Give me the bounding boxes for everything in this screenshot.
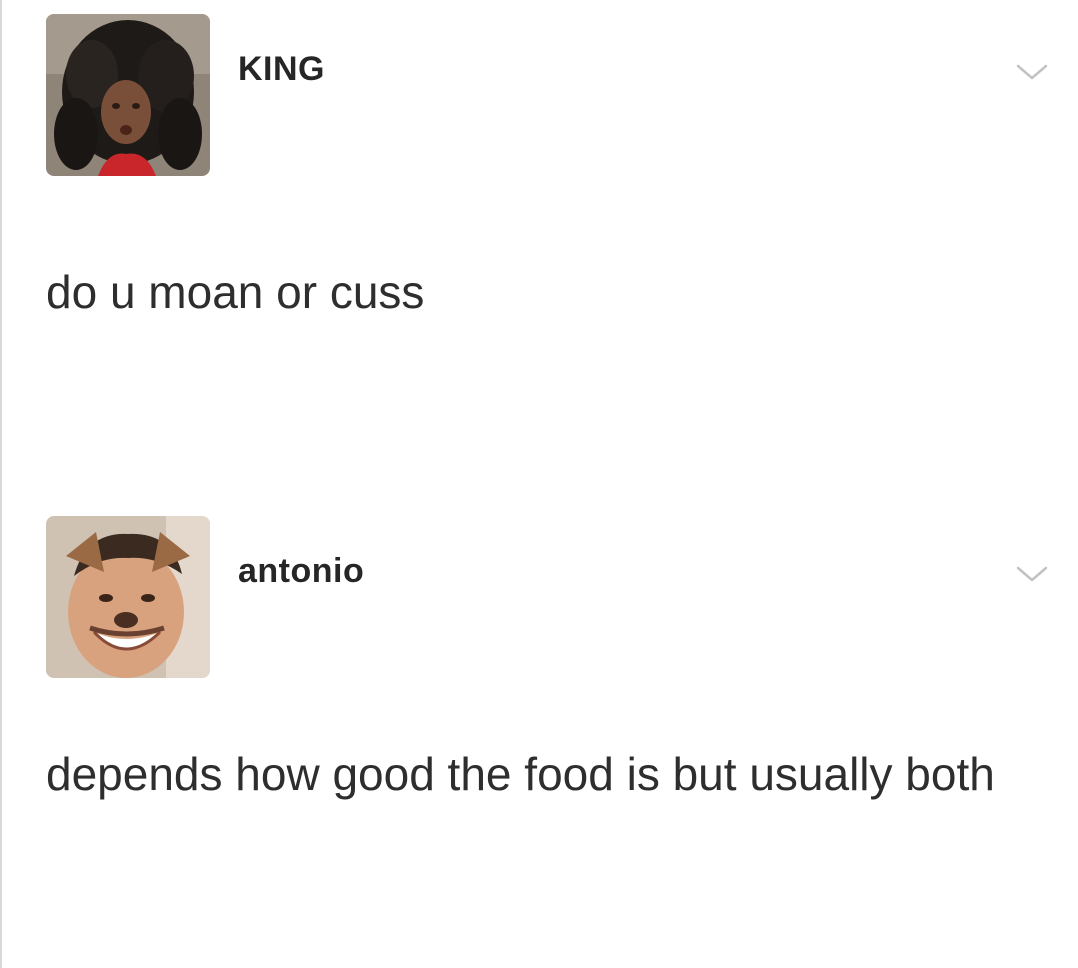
conversation-screenshot: KING do u moan or cuss antonio depends h… [0,0,1078,968]
chevron-down-icon[interactable] [1014,562,1050,586]
avatar-photo [46,14,210,176]
avatar[interactable] [46,14,210,176]
post-message: do u moan or cuss [46,266,425,318]
post: antonio depends how good the food is but… [2,480,1078,968]
chevron-down-icon[interactable] [1014,60,1050,84]
post: KING do u moan or cuss [2,0,1078,480]
username[interactable]: KING [238,50,325,89]
username[interactable]: antonio [238,552,364,591]
avatar[interactable] [46,516,210,678]
post-message: depends how good the food is but usually… [46,748,995,800]
avatar-photo [46,516,210,678]
